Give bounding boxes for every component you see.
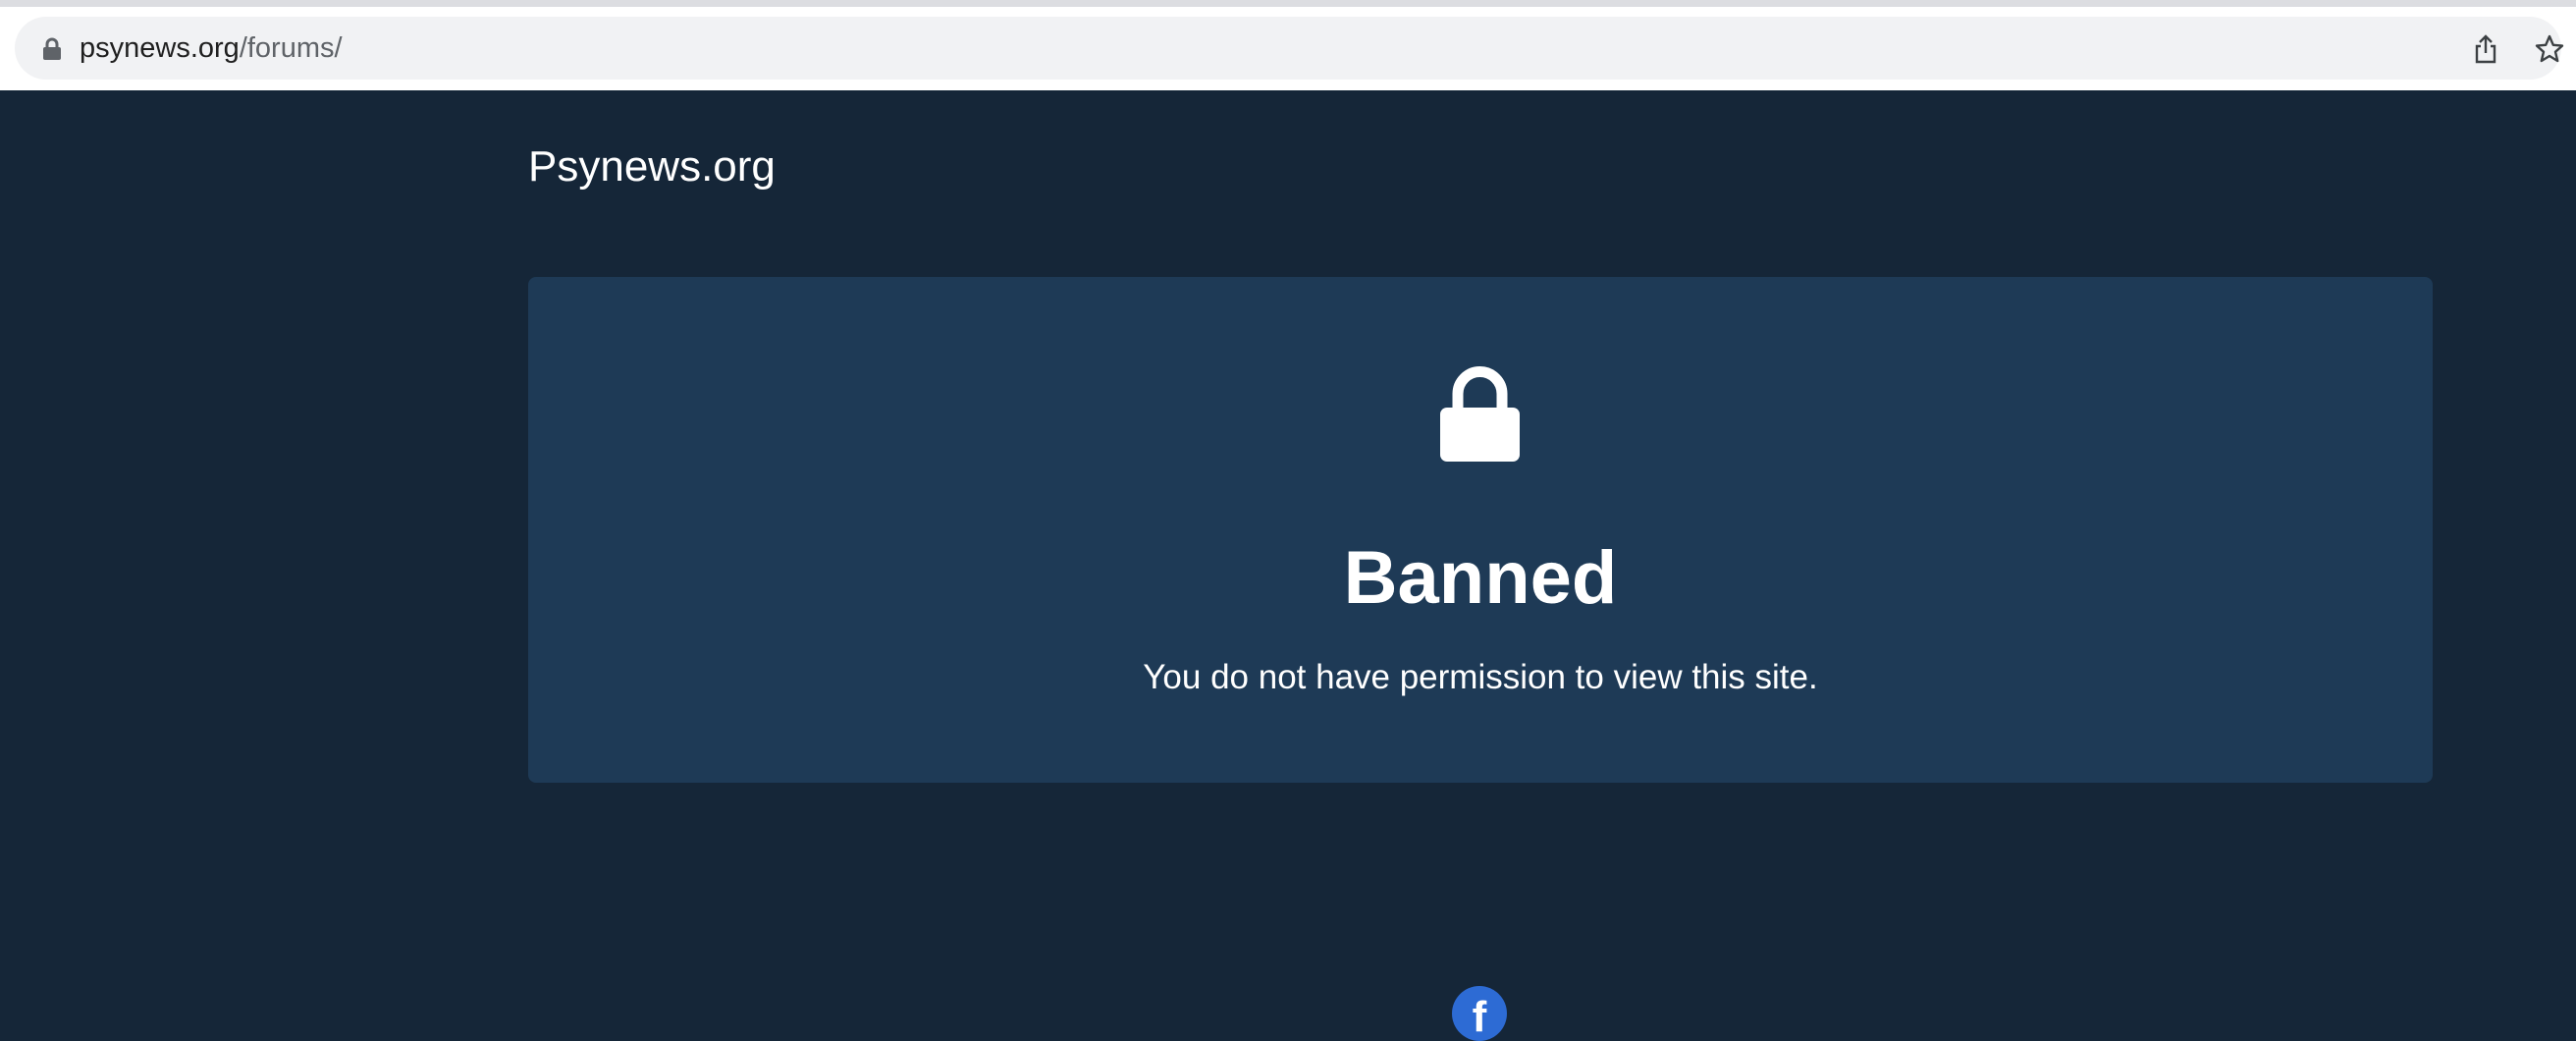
browser-toolbar: psynews.org/forums/: [0, 0, 2576, 90]
site-title[interactable]: Psynews.org: [528, 139, 776, 194]
facebook-icon[interactable]: f: [1452, 986, 1507, 1041]
lock-icon[interactable]: [41, 37, 63, 61]
url-path: /forums/: [239, 32, 343, 64]
padlock-icon: [1440, 366, 1520, 462]
page-content: Psynews.org Banned You do not have permi…: [0, 90, 2576, 1041]
share-icon[interactable]: [2469, 32, 2502, 66]
ban-heading: Banned: [1343, 536, 1618, 620]
address-bar[interactable]: psynews.org/forums/: [15, 17, 2564, 80]
facebook-icon-letter: f: [1472, 993, 1487, 1041]
ban-message: You do not have permission to view this …: [1143, 658, 1818, 696]
url-domain: psynews.org: [80, 32, 240, 64]
star-icon[interactable]: [2533, 32, 2566, 66]
url-text[interactable]: psynews.org/forums/: [80, 30, 343, 66]
ban-notice-card: Banned You do not have permission to vie…: [528, 277, 2433, 783]
